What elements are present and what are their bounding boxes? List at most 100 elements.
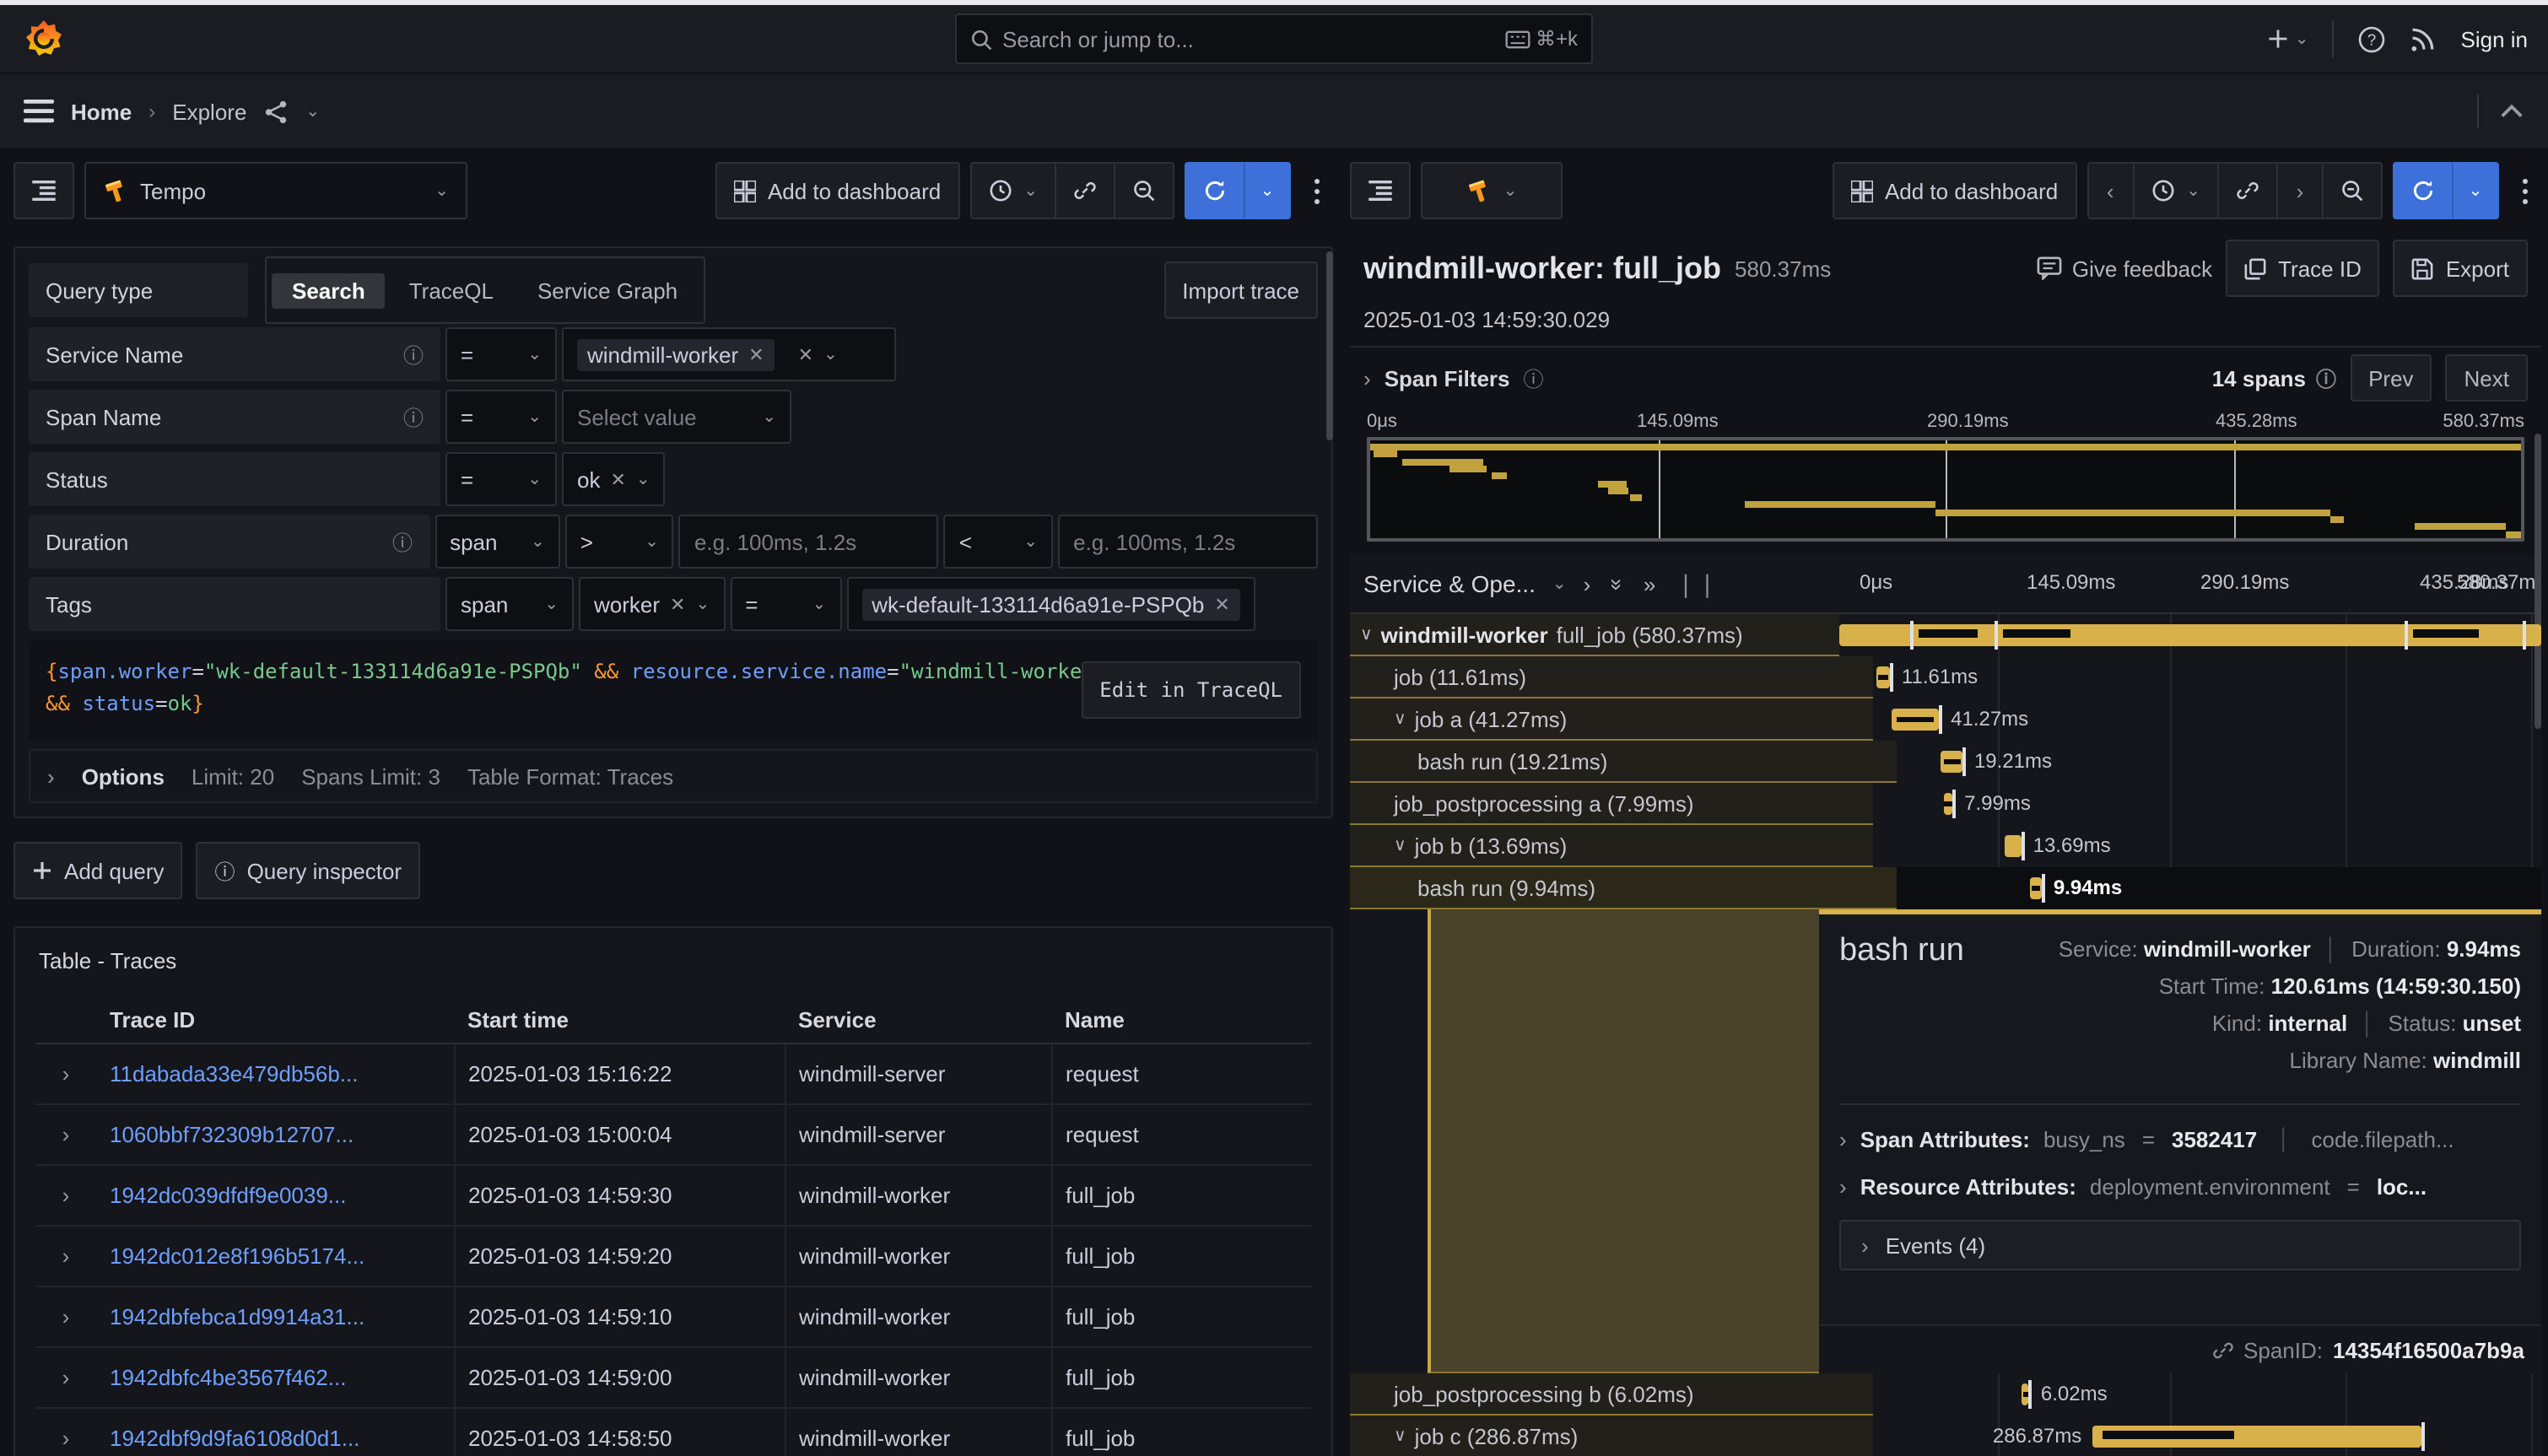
service-name-operator[interactable]: =⌄ <box>445 327 557 381</box>
chevron-down-icon[interactable]: ⌄ <box>305 102 320 121</box>
query-outline-button[interactable] <box>1350 162 1411 219</box>
span-bar-cell[interactable]: 9.94ms <box>1897 867 2541 909</box>
add-to-dashboard-button[interactable]: Add to dashboard <box>1833 162 2076 219</box>
table-row[interactable]: ›1060bbf732309b12707...2025-01-03 15:00:… <box>35 1104 1311 1165</box>
remove-chip-icon[interactable]: ✕ <box>748 343 764 365</box>
events-row[interactable]: ›Events (4) <box>1839 1220 2521 1270</box>
table-row[interactable]: ›1942dc039dfdf9e0039...2025-01-03 14:59:… <box>35 1165 1311 1226</box>
span-bar-cell[interactable]: 41.27ms <box>1873 698 2541 741</box>
selected-span-extension[interactable] <box>1428 909 1819 1373</box>
duration-gt-operator[interactable]: >⌄ <box>565 515 674 569</box>
chevron-down-icon[interactable]: ⌄ <box>695 595 710 613</box>
shift-time-forward-button[interactable]: › <box>2276 162 2322 219</box>
table-row[interactable]: ›1942dc012e8f196b5174...2025-01-03 14:59… <box>35 1226 1311 1286</box>
breadcrumb-home[interactable]: Home <box>71 99 132 124</box>
trace-id-link[interactable]: 1942dbf9d9fa6108d0d1... <box>110 1426 359 1451</box>
service-operation-column-header[interactable]: Service & Ope... <box>1363 570 1536 597</box>
tags-scope-select[interactable]: span⌄ <box>445 577 574 631</box>
resource-attributes-row[interactable]: ›Resource Attributes:deployment.environm… <box>1839 1174 2521 1200</box>
run-query-button[interactable] <box>1185 162 1244 219</box>
span-name-select[interactable]: Select value ⌄ <box>562 390 791 444</box>
span-name-cell[interactable]: ∨job a (41.27ms) <box>1350 698 1873 741</box>
span-bar-cell[interactable]: 13.69ms <box>1873 825 2541 867</box>
trace-id-button[interactable]: Trace ID <box>2226 240 2380 297</box>
span-name-cell[interactable]: bash run (19.21ms) <box>1350 741 1897 783</box>
span-name-cell[interactable]: ∨job b (13.69ms) <box>1350 825 1873 867</box>
left-scrollbar[interactable] <box>1326 251 1333 440</box>
col-service[interactable]: Service <box>785 997 1051 1043</box>
span-attributes-row[interactable]: ›Span Attributes:busy_ns=3582417│code.fi… <box>1839 1127 2521 1152</box>
import-trace-button[interactable]: Import trace <box>1163 262 1318 319</box>
run-query-dropdown[interactable]: ⌄ <box>2452 162 2499 219</box>
panel-menu-button[interactable] <box>2509 178 2541 203</box>
tab-traceql[interactable]: TraceQL <box>389 272 514 308</box>
remove-chip-icon[interactable]: ✕ <box>670 593 685 615</box>
collapse-up-icon[interactable] <box>2499 103 2524 120</box>
chevron-down-icon[interactable]: ⌄ <box>1552 574 1567 593</box>
span-bar-cell[interactable]: 286.87ms <box>1873 1416 2541 1456</box>
span-bar[interactable] <box>2022 1383 2029 1405</box>
trace-id-link[interactable]: 1942dc039dfdf9e0039... <box>110 1183 347 1208</box>
zoom-out-button[interactable] <box>2322 162 2383 219</box>
caret-down-icon[interactable]: ∨ <box>1394 836 1406 855</box>
span-name-cell[interactable]: ∨windmill-worker full_job (580.37ms) <box>1350 614 1839 656</box>
query-outline-button[interactable] <box>13 162 74 219</box>
expand-all-icon[interactable]: » <box>1644 571 1655 596</box>
trace-id-link[interactable]: 1942dc012e8f196b5174... <box>110 1243 364 1269</box>
options-row[interactable]: › Options Limit: 20 Spans Limit: 3 Table… <box>29 749 1318 803</box>
sign-in-link[interactable]: Sign in <box>2461 26 2529 51</box>
span-name-cell[interactable]: job (11.61ms) <box>1350 656 1873 698</box>
span-bar-cell[interactable]: 19.21ms <box>1897 741 2541 783</box>
status-select[interactable]: ok ✕ ⌄ <box>562 452 666 506</box>
edit-in-traceql-button[interactable]: Edit in TraceQL <box>1081 661 1301 719</box>
caret-down-icon[interactable]: ∨ <box>1394 709 1406 728</box>
span-bar-cell[interactable] <box>1839 614 2541 656</box>
trace-id-link[interactable]: 1942dbfebca1d9914a31... <box>110 1304 364 1329</box>
row-expand-icon[interactable]: › <box>35 1408 96 1456</box>
span-bar[interactable] <box>1839 624 2541 646</box>
row-expand-icon[interactable]: › <box>35 1286 96 1347</box>
chevron-right-icon[interactable]: › <box>1363 365 1371 391</box>
grafana-logo-icon[interactable] <box>24 19 64 59</box>
duration-min-input[interactable]: e.g. 100ms, 1.2s <box>679 515 939 569</box>
clear-icon[interactable]: ✕ <box>798 343 813 365</box>
duration-lt-operator[interactable]: <⌄ <box>944 515 1053 569</box>
span-bar[interactable] <box>1941 751 1962 773</box>
table-row[interactable]: ›1942dbfc4be3567f462...2025-01-03 14:59:… <box>35 1347 1311 1408</box>
collapse-all-icon[interactable]: » <box>1605 578 1630 590</box>
chevron-down-icon[interactable]: ⌄ <box>823 345 838 364</box>
span-bar[interactable] <box>1943 793 1952 815</box>
export-button[interactable]: Export <box>2394 240 2528 297</box>
give-feedback-link[interactable]: Give feedback <box>2037 256 2212 281</box>
span-bar[interactable] <box>2031 877 2042 899</box>
tab-service-graph[interactable]: Service Graph <box>517 272 698 308</box>
span-bar-cell[interactable]: 6.02ms <box>1873 1373 2541 1416</box>
col-start-time[interactable]: Start time <box>454 997 785 1043</box>
breadcrumb-explore[interactable]: Explore <box>172 99 246 124</box>
span-name-cell[interactable]: job_postprocessing a (7.99ms) <box>1350 783 1873 825</box>
add-query-button[interactable]: Add query <box>13 842 183 899</box>
add-to-dashboard-button[interactable]: Add to dashboard <box>715 162 959 219</box>
collapse-one-icon[interactable]: › <box>1584 571 1591 596</box>
help-button[interactable]: ? <box>2358 24 2387 53</box>
span-name-cell[interactable]: bash run (9.94ms) <box>1350 867 1897 909</box>
search-input[interactable]: Search or jump to... ⌘+k <box>955 13 1593 64</box>
menu-icon[interactable] <box>24 100 54 123</box>
trace-id-link[interactable]: 11dabada33e479db56b... <box>110 1061 359 1087</box>
row-expand-icon[interactable]: › <box>35 1347 96 1408</box>
table-row[interactable]: ›11dabada33e479db56b...2025-01-03 15:16:… <box>35 1043 1311 1104</box>
shift-time-back-button[interactable]: ‹ <box>2086 162 2132 219</box>
duration-max-input[interactable]: e.g. 100ms, 1.2s <box>1058 515 1318 569</box>
table-row[interactable]: ›1942dbfebca1d9914a31...2025-01-03 14:59… <box>35 1286 1311 1347</box>
table-row[interactable]: ›1942dbf9d9fa6108d0d1...2025-01-03 14:58… <box>35 1408 1311 1456</box>
prev-span-button[interactable]: Prev <box>2350 354 2432 402</box>
row-expand-icon[interactable]: › <box>35 1043 96 1104</box>
row-expand-icon[interactable]: › <box>35 1165 96 1226</box>
link-button[interactable] <box>1055 162 1114 219</box>
panel-menu-button[interactable] <box>1301 178 1333 203</box>
span-bar-cell[interactable]: 7.99ms <box>1873 783 2541 825</box>
datasource-picker-mini[interactable]: ⌄ <box>1421 162 1563 219</box>
span-bar[interactable] <box>2092 1426 2421 1448</box>
link-button[interactable] <box>2217 162 2276 219</box>
time-range-button[interactable]: ⌄ <box>2132 162 2217 219</box>
